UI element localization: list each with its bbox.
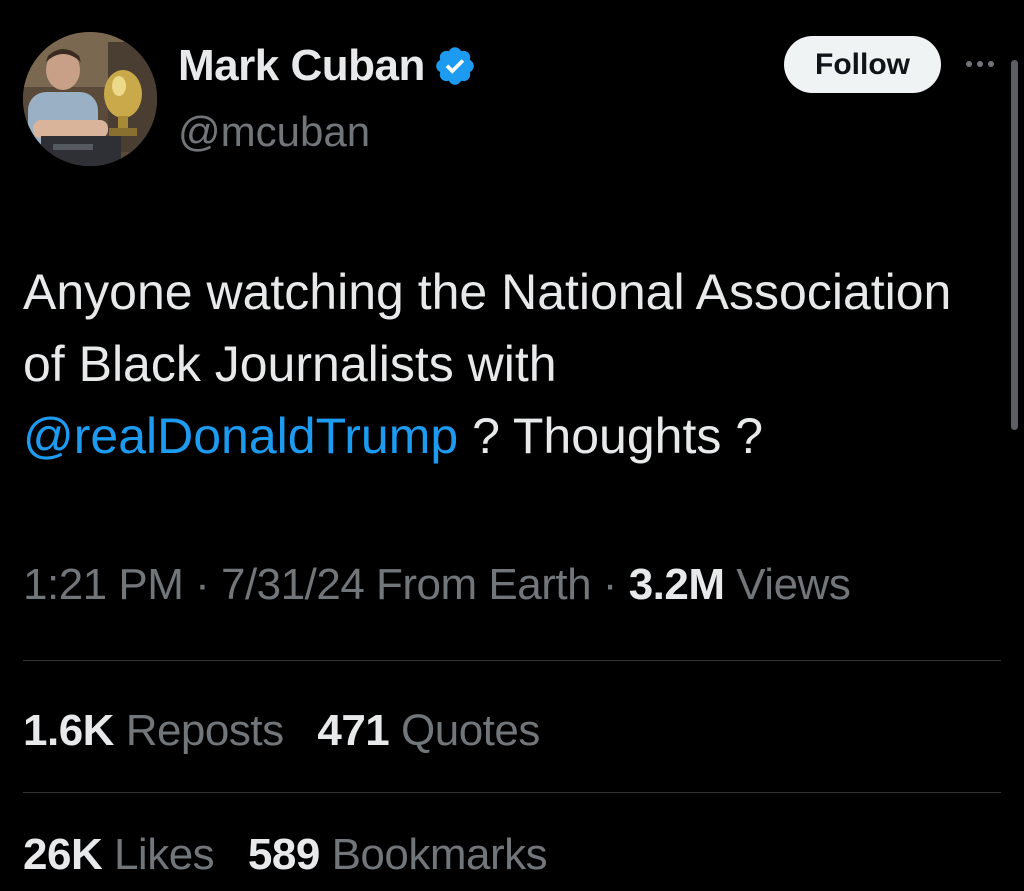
tweet-detail: Mark Cuban @mcuban Follow Anyone watchin…: [0, 0, 1024, 891]
reposts-label: Reposts: [125, 706, 284, 755]
likes-label: Likes: [113, 830, 215, 879]
avatar-image: [23, 32, 157, 166]
reposts-stat[interactable]: 1.6K Reposts: [23, 706, 284, 756]
tweet-meta: 1:21 PM · 7/31/24 From Earth · 3.2M View…: [23, 560, 851, 610]
stats-row-engagement: 1.6K Reposts 471 Quotes: [23, 706, 562, 756]
display-name[interactable]: Mark Cuban: [178, 41, 425, 91]
meta-separator: ·: [591, 560, 629, 609]
tweet-date[interactable]: 7/31/24: [221, 560, 365, 609]
scrollbar[interactable]: [1011, 60, 1018, 430]
bookmarks-label: Bookmarks: [331, 830, 548, 879]
bookmarks-count: 589: [247, 830, 320, 879]
tweet-time[interactable]: 1:21 PM: [23, 560, 184, 609]
views-label[interactable]: Views: [725, 560, 851, 609]
likes-stat[interactable]: 26K Likes: [23, 830, 215, 880]
verified-badge-icon[interactable]: [433, 44, 477, 88]
avatar[interactable]: [23, 32, 157, 166]
stats-row-likes: 26K Likes 589 Bookmarks: [23, 830, 569, 880]
author-name-row[interactable]: Mark Cuban: [178, 38, 477, 94]
tweet-text-before: Anyone watching the National Association…: [23, 264, 952, 392]
more-options-icon[interactable]: [960, 50, 1000, 78]
tweet-source: From Earth: [364, 560, 592, 609]
reposts-count: 1.6K: [23, 706, 114, 755]
tweet-text: Anyone watching the National Association…: [23, 256, 993, 472]
follow-button[interactable]: Follow: [784, 36, 941, 93]
mention-link[interactable]: @realDonaldTrump: [23, 408, 458, 464]
likes-count: 26K: [23, 830, 103, 879]
divider: [23, 792, 1001, 793]
bookmarks-stat[interactable]: 589 Bookmarks: [247, 830, 548, 880]
author-handle[interactable]: @mcuban: [178, 108, 370, 156]
quotes-label: Quotes: [401, 706, 540, 755]
more-dot: [988, 61, 994, 67]
quotes-count: 471: [317, 706, 390, 755]
quotes-stat[interactable]: 471 Quotes: [317, 706, 540, 756]
meta-separator: ·: [183, 560, 221, 609]
divider: [23, 660, 1001, 661]
tweet-text-after: ? Thoughts ?: [458, 408, 764, 464]
more-dot: [966, 61, 972, 67]
views-count[interactable]: 3.2M: [629, 560, 725, 609]
more-dot: [977, 61, 983, 67]
